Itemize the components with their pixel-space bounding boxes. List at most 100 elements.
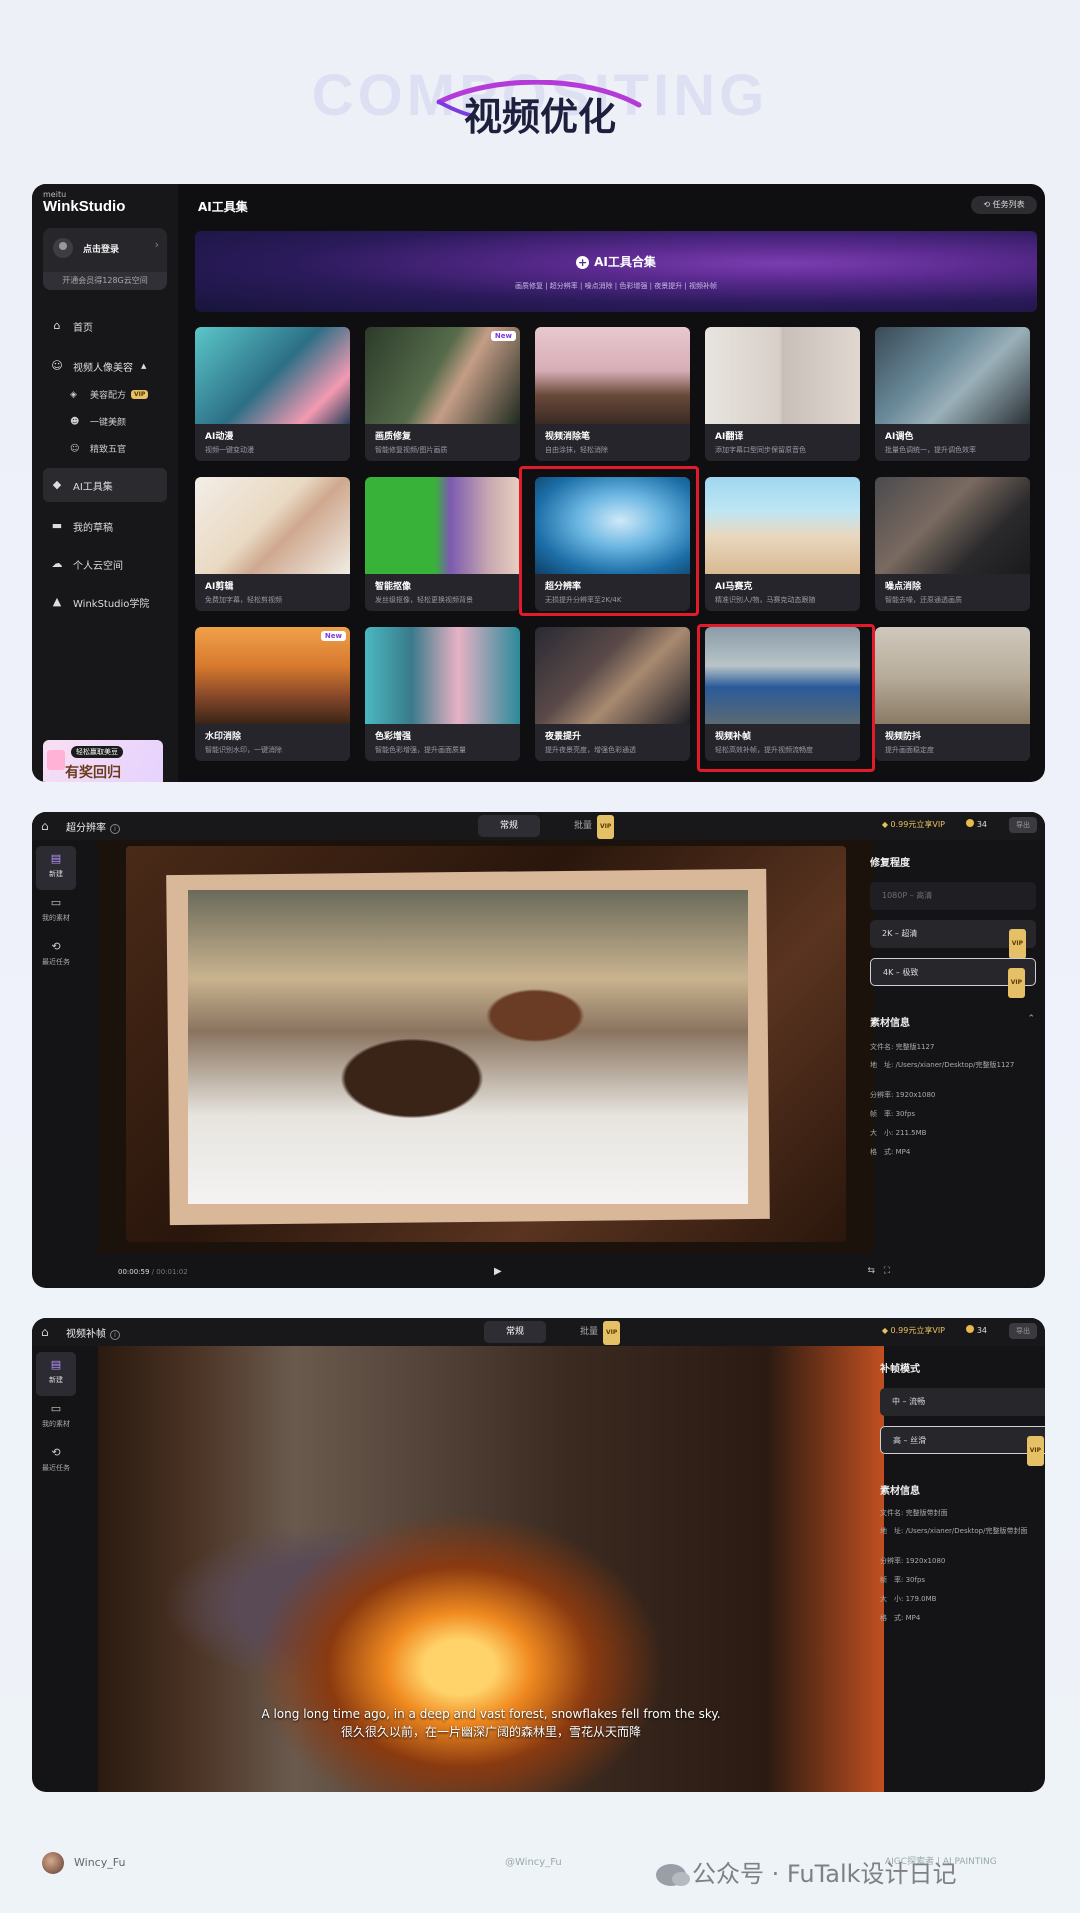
option-1080p[interactable]: 1080P – 高清 xyxy=(870,882,1036,910)
sidebar-item-ai-tools[interactable]: ◆ AI工具集 xyxy=(43,468,167,502)
tool-desc: 智能色彩增强，提升画面质量 xyxy=(375,746,466,754)
tool-card-ai-mosaic[interactable]: AI马赛克 精准识别人/物，马赛克动态跟随 xyxy=(705,477,860,611)
tab-regular[interactable]: 常规 xyxy=(484,1321,547,1343)
home-icon[interactable]: ⌂ xyxy=(41,1325,49,1339)
login-card[interactable]: 点击登录 › 开通会员得128G云空间 xyxy=(43,228,167,290)
tool-desc: 自由涂抹，轻松消除 xyxy=(545,446,608,454)
option-high[interactable]: 高 – 丝滑 VIP xyxy=(880,1426,1045,1466)
diamond-icon: ◆ xyxy=(881,1326,891,1335)
video-preview[interactable] xyxy=(98,840,874,1254)
meta-size: 大 小: 211.5MB xyxy=(870,1129,927,1137)
clock-icon: ⟲ xyxy=(983,200,993,209)
tool-name: 色彩增强 xyxy=(375,732,412,742)
export-button[interactable]: 导出 xyxy=(1009,817,1037,833)
vip-offer-button[interactable]: ◆ 0.99元立享VIP xyxy=(882,1325,945,1336)
export-button[interactable]: 导出 xyxy=(1009,1323,1037,1339)
promo-banner[interactable]: 轻松赢取美豆 有奖回归 xyxy=(43,740,163,782)
meta-title: 素材信息 xyxy=(880,1486,920,1497)
rail-new[interactable]: ▤ 新建 xyxy=(36,1352,76,1396)
sidebar-sub-beauty-recipe[interactable]: ◈ 美容配方 VIP xyxy=(70,388,149,401)
tool-desc: 精准识别人/物，马赛克动态跟随 xyxy=(715,596,816,604)
option-medium[interactable]: 中 – 流畅 xyxy=(880,1388,1045,1416)
rail-my-assets[interactable]: ▭ 我的素材 xyxy=(36,1396,76,1440)
folder-icon: ▬ xyxy=(51,519,63,532)
thumbnail xyxy=(875,627,1030,724)
editor-title-text: 超分辨率 xyxy=(66,823,106,834)
tool-card-quality-repair[interactable]: New 画质修复 智能修复视频/图片画质 xyxy=(365,327,520,461)
footer: Wincy_Fu @Wincy_Fu AIGC探索者 | AI PAINTING… xyxy=(0,1842,1080,1902)
sidebar-item-drafts[interactable]: ▬ 我的草稿 xyxy=(43,512,167,540)
tool-card-video-eraser[interactable]: 视频消除笔 自由涂抹，轻松消除 xyxy=(535,327,690,461)
chevron-right-icon: › xyxy=(154,238,159,251)
ai-tools-banner[interactable]: + AI工具合集 画质修复 | 超分辨率 | 噪点消除 | 色彩增强 | 夜景提升… xyxy=(195,231,1037,312)
option-2k[interactable]: 2K – 超清 VIP xyxy=(870,920,1036,959)
play-icon[interactable]: ▶ xyxy=(494,1266,502,1277)
sidebar-item-home[interactable]: ⌂ 首页 xyxy=(43,312,167,340)
vip-badge: VIP xyxy=(131,390,149,399)
settings-panel: 补帧模式 中 – 流畅 高 – 丝滑 VIP 素材信息 ⌃ 文件名: 完整版带封面… xyxy=(870,1352,1045,1792)
sidebar-item-portrait-beauty[interactable]: ☺ 视频人像美容 ▲ xyxy=(43,352,167,380)
rail-my-assets[interactable]: ▭ 我的素材 xyxy=(36,890,76,934)
tool-card-ai-anime[interactable]: AI动漫 视频一键变动漫 xyxy=(195,327,350,461)
meta-path: 地 址: /Users/xianer/Desktop/完整版1127 xyxy=(870,1061,1015,1069)
section-title: 补帧模式 xyxy=(880,1364,920,1375)
tool-desc: 批量色调统一，提升调色效率 xyxy=(885,446,976,454)
editor-title-text: 视频补帧 xyxy=(66,1329,106,1340)
tool-name: 水印消除 xyxy=(205,732,242,742)
rail-recent-tasks[interactable]: ⟲ 最近任务 xyxy=(36,934,76,978)
vip-badge: VIP xyxy=(1008,929,1026,959)
tool-card-noise-removal[interactable]: 噪点消除 智能去噪，还原通透画质 xyxy=(875,477,1030,611)
banner-title-text: AI工具合集 xyxy=(594,255,656,269)
vip-offer-button[interactable]: ◆ 0.99元立享VIP xyxy=(882,819,945,830)
vip-offer-label: 0.99元立享VIP xyxy=(890,1326,945,1335)
meta-path: 地 址: /Users/xianer/Desktop/完整版带封面 xyxy=(880,1527,1028,1535)
tab-regular[interactable]: 常规 xyxy=(478,815,541,837)
tool-card-night-enhance[interactable]: 夜景提升 提升夜景亮度，增强色彩通透 xyxy=(535,627,690,761)
chevron-up-icon[interactable]: ⌃ xyxy=(1027,1014,1035,1024)
sparkle-face-icon: ☻ xyxy=(70,416,80,427)
tab-batch[interactable]: 批量 VIP xyxy=(558,1321,642,1345)
new-badge: New xyxy=(320,631,346,641)
meta-format: 格 式: MP4 xyxy=(870,1148,911,1156)
sidebar-sub-one-click-beauty[interactable]: ☻ 一键美颜 xyxy=(70,415,126,429)
video-preview[interactable]: A long long time ago, in a deep and vast… xyxy=(98,1346,884,1792)
tool-card-color-enhance[interactable]: 色彩增强 智能色彩增强，提升画面质量 xyxy=(365,627,520,761)
task-list-button[interactable]: ⟲ 任务列表 xyxy=(971,196,1037,214)
tool-desc: 添加字幕口型同步保留原音色 xyxy=(715,446,806,454)
meta-size: 大 小: 179.0MB xyxy=(880,1595,937,1603)
vip-badge: VIP xyxy=(1026,1436,1044,1466)
sidebar-sub-features[interactable]: ☺ 精致五官 xyxy=(70,442,126,456)
coin-count: 34 xyxy=(976,1326,987,1335)
tool-card-ai-translate[interactable]: AI翻译 添加字幕口型同步保留原音色 xyxy=(705,327,860,461)
tab-batch-label: 批量 xyxy=(574,821,593,831)
sidebar-item-cloud[interactable]: ☁ 个人云空间 xyxy=(43,550,167,578)
author-name: Wincy_Fu xyxy=(74,1856,126,1869)
rail-new[interactable]: ▤ 新建 xyxy=(36,846,76,890)
login-tip[interactable]: 开通会员得128G云空间 xyxy=(43,272,167,290)
author-avatar xyxy=(42,1852,64,1874)
option-label: 2K – 超清 xyxy=(882,929,918,938)
thumbnail xyxy=(195,327,350,424)
tool-card-watermark-removal[interactable]: New 水印消除 智能识别水印，一键消除 xyxy=(195,627,350,761)
sidebar-sub-label: 美容配方 xyxy=(90,391,127,401)
info-icon[interactable]: i xyxy=(110,1330,120,1340)
tool-card-ai-edit[interactable]: AI剪辑 免费加字幕，轻松剪视频 xyxy=(195,477,350,611)
tool-card-smart-matting[interactable]: 智能抠像 发丝级抠像，轻松更换视频背景 xyxy=(365,477,520,611)
rail-recent-tasks[interactable]: ⟲ 最近任务 xyxy=(36,1440,76,1484)
tool-card-stabilization[interactable]: 视频防抖 提升画面稳定度 xyxy=(875,627,1030,761)
tab-batch[interactable]: 批量 VIP xyxy=(552,815,636,839)
info-icon[interactable]: i xyxy=(110,824,120,834)
chevron-up-icon[interactable]: ⌃ xyxy=(1043,1482,1045,1492)
sidebar-item-label: 视频人像美容 xyxy=(73,362,133,374)
sidebar-item-academy[interactable]: ▲ WinkStudio学院 xyxy=(43,588,167,616)
editor-rail: ▤ 新建 ▭ 我的素材 ⟲ 最近任务 xyxy=(36,1352,80,1484)
home-icon[interactable]: ⌂ xyxy=(41,819,49,833)
option-4k[interactable]: 4K – 极致 VIP xyxy=(870,958,1036,998)
tool-desc: 智能去噪，还原通透画质 xyxy=(885,596,962,604)
promo-pill: 轻松赢取美豆 xyxy=(71,746,123,758)
frame-interpolation-editor: ⌂ 视频补帧 i 常规 批量 VIP ◆ 0.99元立享VIP 34 导出 ▤ 新建 … xyxy=(32,1318,1045,1792)
tool-card-ai-color[interactable]: AI调色 批量色调统一，提升调色效率 xyxy=(875,327,1030,461)
rail-label: 新建 xyxy=(49,1376,63,1384)
hero-header: COMPOSITING 视频优化 xyxy=(0,0,1080,170)
meta-filename: 文件名: 完整版1127 xyxy=(870,1043,935,1051)
